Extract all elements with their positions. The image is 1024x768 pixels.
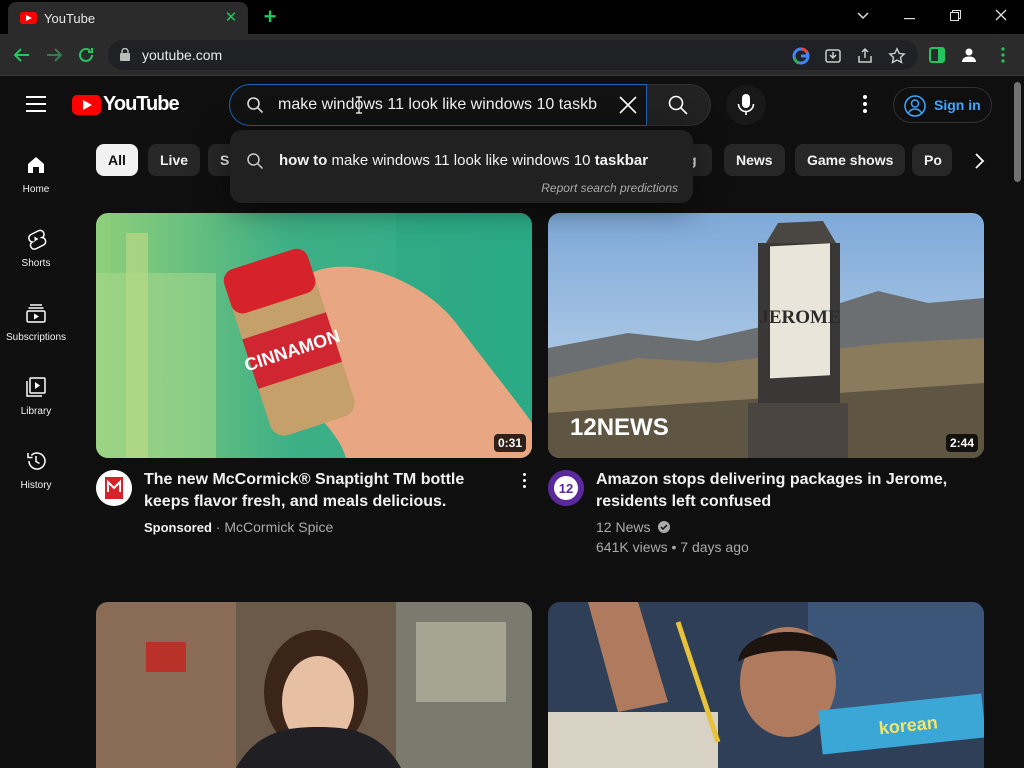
video-menu-icon[interactable]	[514, 473, 534, 493]
12news-watermark-text: 12NEWS	[570, 414, 669, 441]
new-tab-button[interactable]: +	[258, 6, 282, 28]
sidebar-item-library[interactable]: Library	[0, 376, 72, 450]
video-duration: 0:31	[493, 434, 526, 452]
history-icon	[27, 452, 46, 470]
sidebar-item-home[interactable]: Home	[0, 154, 72, 228]
library-icon	[26, 377, 46, 397]
jerome-sign-thumbnail-image: JEROME 12NEWS	[548, 213, 984, 458]
browser-tab-strip: YouTube ✕ +	[0, 0, 1024, 34]
lock-icon[interactable]	[120, 48, 130, 61]
sidebar-item-label: Home	[22, 184, 50, 195]
install-app-icon[interactable]	[824, 47, 842, 65]
suggestion-suffix: taskbar	[594, 152, 649, 169]
sidebar-item-label: Library	[20, 406, 52, 417]
browser-menu-icon[interactable]	[994, 46, 1012, 64]
reload-button[interactable]	[74, 43, 98, 67]
mccormick-logo-icon	[96, 470, 132, 506]
suggestion-item[interactable]: how to make windows 11 look like windows…	[279, 152, 648, 169]
search-input[interactable]: make windows 11 look like windows 10 tas…	[229, 84, 647, 126]
channel-avatar[interactable]: 12	[548, 470, 584, 506]
youtube-logo[interactable]: YouTube	[72, 93, 180, 117]
address-bar[interactable]: youtube.com	[108, 40, 918, 70]
tab-title: YouTube	[44, 11, 96, 26]
video-byline: Sponsored · McCormick Spice	[144, 517, 333, 538]
sponsored-badge: Sponsored	[144, 520, 212, 535]
channel-name[interactable]: McCormick Spice	[224, 519, 333, 535]
student-studying-thumbnail-image: korean	[548, 602, 984, 768]
chip-news[interactable]: News	[724, 144, 785, 176]
chevron-right-icon[interactable]	[966, 148, 992, 174]
profile-icon[interactable]	[960, 46, 978, 64]
byline-separator: ·	[211, 519, 225, 535]
woman-interview-thumbnail-image	[96, 602, 532, 768]
video-title[interactable]: The new McCormick® Snaptight TM bottle k…	[144, 469, 514, 513]
verified-check-icon	[658, 521, 671, 533]
browser-tab-youtube[interactable]: YouTube ✕	[8, 2, 248, 34]
clear-search-icon[interactable]	[616, 93, 640, 117]
video-stats: 641K views • 7 days ago	[596, 539, 749, 555]
shorts-icon	[28, 229, 47, 250]
search-button[interactable]	[647, 84, 711, 126]
svg-text:12: 12	[559, 481, 573, 496]
search-suggestions-dropdown: how to make windows 11 look like windows…	[230, 130, 693, 203]
chip-partial-po[interactable]: Po	[912, 144, 952, 176]
suggestion-middle: make windows 11 look like windows 10	[327, 152, 595, 169]
sidebar-item-history[interactable]: History	[0, 450, 72, 524]
logo-wordmark: YouTube	[103, 93, 180, 115]
sidebar-item-label: Shorts	[21, 258, 51, 269]
video-duration: 2:44	[945, 434, 978, 452]
video-channel-line: 12 News	[596, 517, 671, 537]
video-title[interactable]: Amazon stops delivering packages in Jero…	[596, 469, 966, 513]
chip-all[interactable]: All	[96, 144, 138, 176]
search-icon	[668, 95, 688, 115]
youtube-play-icon	[72, 95, 101, 115]
url-text: youtube.com	[142, 47, 223, 63]
share-icon[interactable]	[856, 47, 874, 65]
minimize-button[interactable]	[886, 0, 932, 30]
sidebar-item-label: History	[20, 480, 52, 491]
sign-in-label: Sign in	[934, 97, 981, 113]
chip-game-shows[interactable]: Game shows	[795, 144, 906, 176]
guide-menu-icon[interactable]	[26, 96, 46, 112]
tab-search-chevron-icon[interactable]	[840, 0, 886, 30]
browser-toolbar: youtube.com	[0, 34, 1024, 76]
text-cursor-icon	[356, 96, 362, 114]
report-predictions-link[interactable]: Report search predictions	[541, 181, 678, 195]
channel-name[interactable]: 12 News	[596, 519, 650, 535]
account-circle-icon	[904, 95, 926, 117]
voice-search-button[interactable]	[726, 85, 766, 125]
side-panel-icon[interactable]	[928, 46, 946, 64]
video-thumbnail[interactable]: JEROME 12NEWS 2:44	[548, 213, 984, 458]
back-button[interactable]	[10, 43, 34, 67]
youtube-favicon-icon	[20, 12, 37, 24]
sidebar-item-subscriptions[interactable]: Subscriptions	[0, 302, 72, 376]
chip-live[interactable]: Live	[148, 144, 201, 176]
jerome-sign-text: JEROME	[759, 307, 840, 328]
home-icon	[28, 157, 44, 173]
sign-in-button[interactable]: Sign in	[893, 87, 992, 123]
search-icon	[247, 97, 264, 114]
bookmark-star-icon[interactable]	[888, 47, 906, 65]
channel-avatar[interactable]	[96, 470, 132, 506]
page-scrollbar-thumb[interactable]	[1014, 82, 1021, 182]
restore-button[interactable]	[932, 0, 978, 30]
suggestion-prefix: how to	[279, 152, 328, 169]
close-window-button[interactable]	[978, 0, 1024, 30]
forward-button[interactable]	[42, 43, 66, 67]
search-icon	[247, 153, 264, 170]
video-thumbnail[interactable]: CINNAMON 0:31	[96, 213, 532, 458]
google-lens-icon[interactable]	[792, 47, 810, 65]
video-thumbnail[interactable]: korean	[548, 602, 984, 768]
settings-menu-icon[interactable]	[854, 95, 876, 115]
subscriptions-icon	[26, 304, 46, 323]
12news-logo-icon: 12	[548, 470, 584, 506]
mccormick-ad-thumbnail-image: CINNAMON	[96, 213, 532, 458]
search-query-text: make windows 11 look like windows 10 tas…	[278, 96, 597, 113]
close-tab-icon[interactable]: ✕	[222, 9, 240, 27]
sidebar-item-shorts[interactable]: Shorts	[0, 228, 72, 302]
sidebar-item-label: Subscriptions	[5, 332, 67, 343]
microphone-icon	[737, 94, 755, 115]
video-thumbnail[interactable]	[96, 602, 532, 768]
